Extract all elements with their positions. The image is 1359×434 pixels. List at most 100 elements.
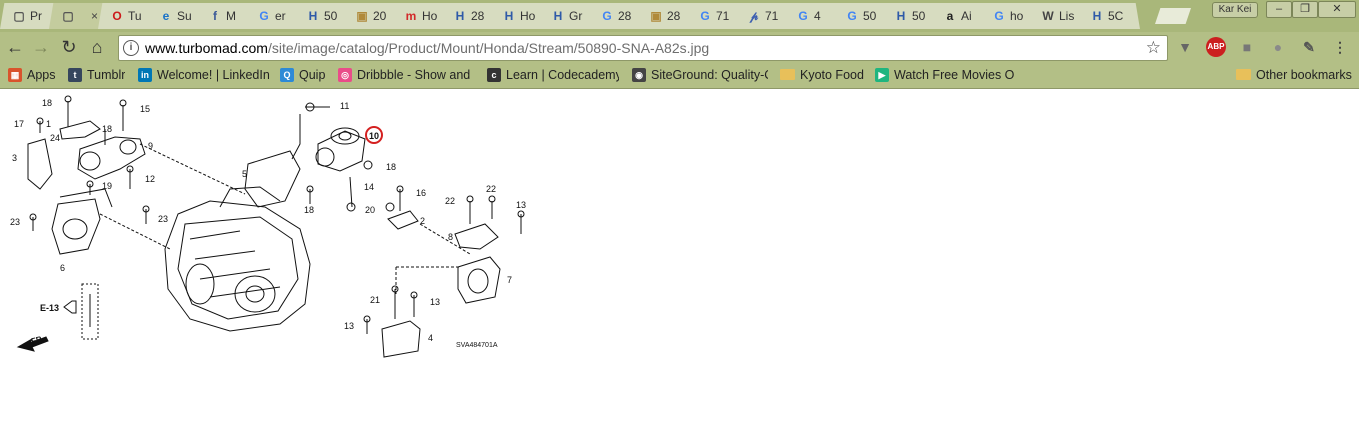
callout-13: 13 xyxy=(516,200,526,210)
pocket-icon[interactable]: ▼ xyxy=(1175,37,1195,57)
bookmark-quip[interactable]: Q Quip xyxy=(280,62,325,88)
callout-18b: 18 xyxy=(102,124,112,134)
callout-16: 16 xyxy=(416,188,426,198)
bracket-3 xyxy=(27,138,53,190)
m-icon: m xyxy=(405,9,417,23)
address-bar[interactable]: i www.turbomad.com/site/image/catalog/Pr… xyxy=(118,35,1168,61)
bookmark-label: Tumblr xyxy=(87,68,126,82)
quip-icon: Q xyxy=(280,67,294,82)
mount-7 xyxy=(457,256,501,304)
bookmark-dribbble[interactable]: ◎ Dribbble - Show and xyxy=(338,62,470,88)
back-button[interactable]: ← xyxy=(4,36,26,58)
wikipedia-icon: W xyxy=(1042,9,1054,23)
callout-7: 7 xyxy=(507,275,512,285)
bookmark-label: Apps xyxy=(27,68,56,82)
callout-1: 1 xyxy=(46,119,51,129)
honda-icon: H xyxy=(308,9,318,23)
image-viewer: 18 15 17 1 18 24 9 3 19 12 23 23 6 11 10… xyxy=(0,89,1359,434)
google-icon: G xyxy=(847,9,857,23)
callout-5: 5 xyxy=(242,169,247,179)
callout-10: 10 xyxy=(369,131,379,141)
p-icon: 𝓅 xyxy=(749,9,759,23)
bookmark-watch-free-movies[interactable]: ▶ Watch Free Movies O xyxy=(875,62,1014,88)
folder-icon xyxy=(780,69,795,81)
new-tab-button[interactable] xyxy=(1155,8,1191,24)
dribbble-icon: ◎ xyxy=(338,67,352,82)
site-info-icon[interactable]: i xyxy=(123,40,139,56)
callout-13b: 13 xyxy=(430,297,440,307)
profile-button[interactable]: Kar Kei xyxy=(1212,2,1258,18)
facebook-icon: f xyxy=(213,9,217,23)
bookmark-apps[interactable]: ▦ Apps xyxy=(8,62,56,88)
callout-18d: 18 xyxy=(304,205,314,215)
reload-button[interactable]: ↻ xyxy=(58,36,80,58)
bookmark-label: Welcome! | LinkedIn xyxy=(157,68,270,82)
tumblr-icon: t xyxy=(68,67,82,82)
google-icon: G xyxy=(994,9,1004,23)
honda-icon: H xyxy=(896,9,906,23)
bookmark-label: SiteGround: Quality-C xyxy=(651,68,768,82)
home-button[interactable]: ⌂ xyxy=(86,36,108,58)
bracket-4 xyxy=(381,320,421,358)
other-bookmarks[interactable]: Other bookmarks xyxy=(1236,62,1352,88)
callout-23b: 23 xyxy=(158,214,168,224)
apps-grid-icon: ▦ xyxy=(8,67,22,82)
maximize-button[interactable]: ❐ xyxy=(1292,1,1318,18)
eyedropper-icon[interactable]: ✎ xyxy=(1299,37,1319,57)
linkedin-icon: in xyxy=(138,67,152,82)
opera-icon: O xyxy=(112,9,122,23)
siteground-icon: ◉ xyxy=(632,67,646,82)
callout-18c: 18 xyxy=(386,162,396,172)
front-direction-label: FR. xyxy=(30,334,45,346)
callout-14: 14 xyxy=(364,182,374,192)
minimize-button[interactable]: – xyxy=(1266,1,1292,18)
toolbar: ← → ↻ ⌂ i www.turbomad.com/site/image/ca… xyxy=(0,32,1359,62)
url-text[interactable]: www.turbomad.com/site/image/catalog/Prod… xyxy=(145,36,709,60)
bookmark-star-icon[interactable]: ☆ xyxy=(1146,36,1161,60)
callout-18: 18 xyxy=(42,98,52,108)
circle-extension-icon[interactable]: ● xyxy=(1268,37,1288,57)
engine-block xyxy=(164,200,311,332)
bookmark-tumblr[interactable]: t Tumblr xyxy=(68,62,125,88)
callout-4: 4 xyxy=(428,333,433,343)
adblock-icon[interactable]: ABP xyxy=(1206,37,1226,57)
callout-8: 8 xyxy=(448,232,453,242)
play-icon: ▶ xyxy=(875,67,889,82)
section-ref-label: E-13 xyxy=(40,303,59,313)
callout-17: 17 xyxy=(14,119,24,129)
other-bookmarks-label: Other bookmarks xyxy=(1256,68,1352,82)
codecademy-icon: c xyxy=(487,67,501,82)
menu-icon[interactable]: ⋮ xyxy=(1330,37,1350,57)
tab-close-icon[interactable]: × xyxy=(91,3,98,29)
callout-13c: 13 xyxy=(344,321,354,331)
callout-6: 6 xyxy=(60,263,65,273)
google-icon: G xyxy=(602,9,612,23)
callout-3: 3 xyxy=(12,153,17,163)
tab-strip: ▢ Pr ▢ × O Tu e Su f M Ger H 50 ▣ 20 m Ho H 28 H Ho H Gr G 28 ▣ 28… xyxy=(0,0,1359,32)
callout-23: 23 xyxy=(10,217,20,227)
honda-icon: H xyxy=(1092,9,1102,23)
callout-22: 22 xyxy=(445,196,455,206)
tab[interactable]: H 5C xyxy=(1078,3,1140,29)
gift-icon: ▣ xyxy=(650,9,662,23)
forward-button[interactable]: → xyxy=(30,36,52,58)
mount-6 xyxy=(51,198,101,255)
bookmark-siteground[interactable]: ◉ SiteGround: Quality-C xyxy=(632,62,768,88)
bookmarks-bar: ▦ Apps t Tumblr in Welcome! | LinkedIn Q Quip ◎ D… xyxy=(0,62,1359,89)
honda-icon: H xyxy=(455,9,465,23)
gift-icon: ▣ xyxy=(356,9,368,23)
callout-19: 19 xyxy=(102,181,112,191)
bookmark-kyoto-food[interactable]: Kyoto Food xyxy=(780,62,864,88)
amazon-icon: a xyxy=(946,9,954,23)
folder-icon xyxy=(1236,69,1251,81)
url-path: /site/image/catalog/Product/Mount/Honda/… xyxy=(267,40,710,56)
bookmark-linkedin[interactable]: in Welcome! | LinkedIn xyxy=(138,62,270,88)
google-icon: G xyxy=(798,9,808,23)
bracket-2 xyxy=(387,210,419,230)
engine-mount-diagram: 18 15 17 1 18 24 9 3 19 12 23 23 6 11 10… xyxy=(10,95,526,358)
close-window-button[interactable]: ✕ xyxy=(1318,1,1356,18)
bookmark-label: Dribbble - Show and xyxy=(357,68,471,82)
page-icon: ▢ xyxy=(62,9,74,23)
extension-icon[interactable]: ■ xyxy=(1237,37,1257,57)
bookmark-codecademy[interactable]: c Learn | Codecademy xyxy=(487,62,619,88)
